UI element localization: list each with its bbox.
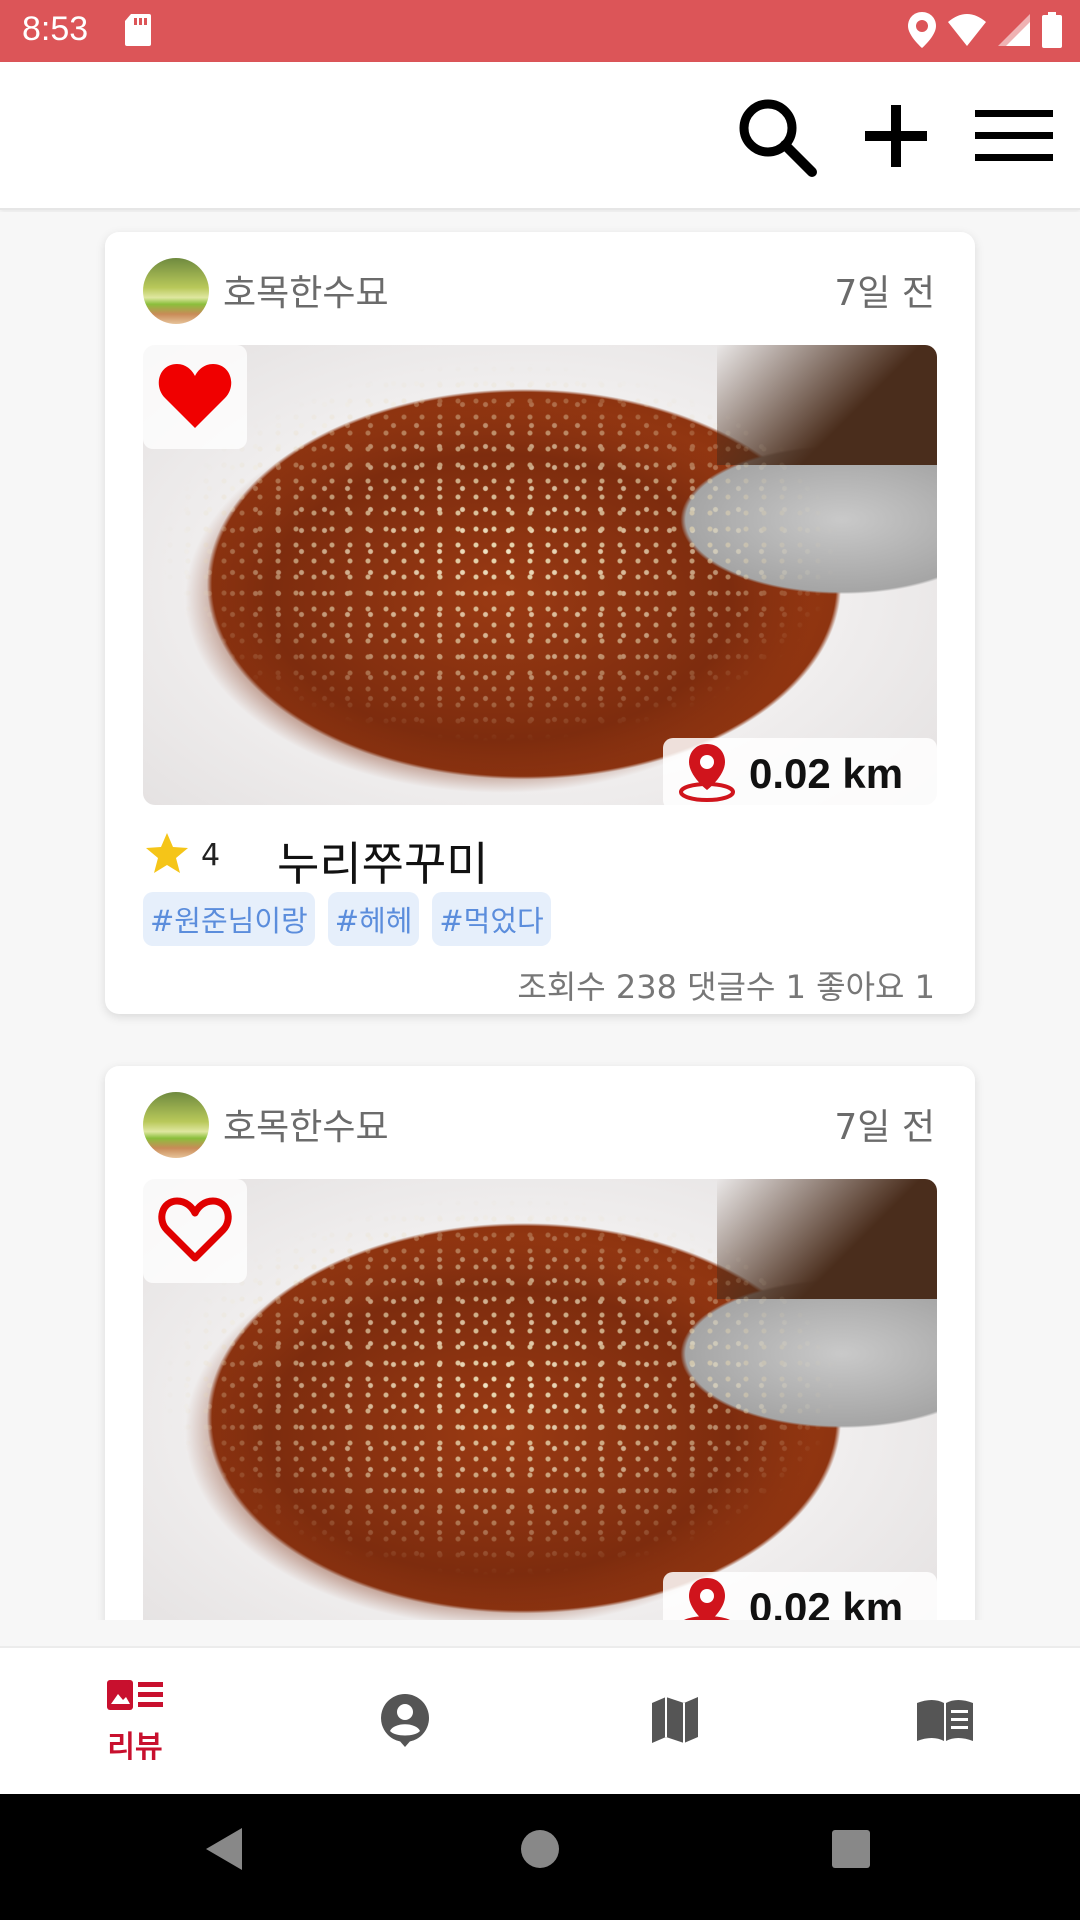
rating-value: 4 [201,837,221,873]
location-pin-icon [679,742,735,806]
distance-badge: 0.02 km [663,1572,937,1620]
status-bar: 8:53 [0,0,1080,62]
search-icon[interactable] [730,90,822,182]
nav-label-review: 리뷰 [107,1730,163,1765]
hashtag[interactable]: #헤헤 [327,892,420,946]
system-navigation-bar [0,1794,1080,1920]
review-card[interactable]: 호목한수묘 7일 전 0.02 km [105,1066,975,1620]
avatar[interactable] [143,1092,209,1158]
rating: 4 [145,832,220,878]
hashtag[interactable]: #먹었다 [432,892,551,946]
nav-item-profile[interactable] [305,1648,505,1796]
like-button[interactable] [143,345,247,449]
hashtag[interactable]: #원준님이랑 [143,892,315,946]
book-icon [915,1697,975,1747]
wifi-icon [948,14,986,50]
heart-outline-icon [157,1194,233,1268]
author-name[interactable]: 호목한수묘 [223,1098,389,1150]
post-time: 7일 전 [834,1107,935,1148]
app-bar [0,62,1080,210]
location-icon [908,12,936,52]
home-icon[interactable] [520,1826,560,1876]
plus-icon[interactable] [850,90,942,182]
bottom-navigation: 리뷰 [0,1646,1080,1794]
review-feed[interactable]: 호목한수묘 7일 전 0.02 km 4 누리쭈꾸미 #원준님이랑 #헤헤 #먹… [0,212,1080,1620]
review-list-icon [107,1678,163,1716]
heart-filled-icon [157,360,233,434]
nav-item-review[interactable]: 리뷰 [35,1648,235,1796]
battery-icon [1042,12,1062,52]
distance-badge: 0.02 km [663,738,937,810]
food-photo[interactable] [143,345,937,805]
post-stats: 조회수 238 댓글수 1 좋아요 1 [517,968,935,1006]
nav-item-book[interactable] [845,1648,1045,1796]
distance-value: 0.02 km [749,1584,904,1620]
review-card[interactable]: 호목한수묘 7일 전 0.02 km 4 누리쭈꾸미 #원준님이랑 #헤헤 #먹… [105,232,975,1014]
account-icon [380,1693,430,1751]
star-icon [145,832,189,878]
status-time: 8:53 [22,10,89,48]
distance-value: 0.02 km [749,750,904,797]
post-time: 7일 전 [834,273,935,314]
avatar[interactable] [143,258,209,324]
author-name[interactable]: 호목한수묘 [223,264,389,316]
food-photo[interactable] [143,1179,937,1620]
restaurant-name[interactable]: 누리쭈꾸미 [277,828,489,894]
tag-list: #원준님이랑 #헤헤 #먹었다 [143,892,551,946]
recents-icon[interactable] [830,1826,872,1876]
back-icon[interactable] [204,1826,244,1876]
location-pin-icon [679,1576,735,1620]
sd-card-icon [125,14,151,50]
nav-item-map[interactable] [575,1648,775,1796]
map-icon [650,1695,700,1749]
menu-icon[interactable] [968,90,1060,182]
cellular-signal-icon [998,14,1030,50]
like-button[interactable] [143,1179,247,1283]
